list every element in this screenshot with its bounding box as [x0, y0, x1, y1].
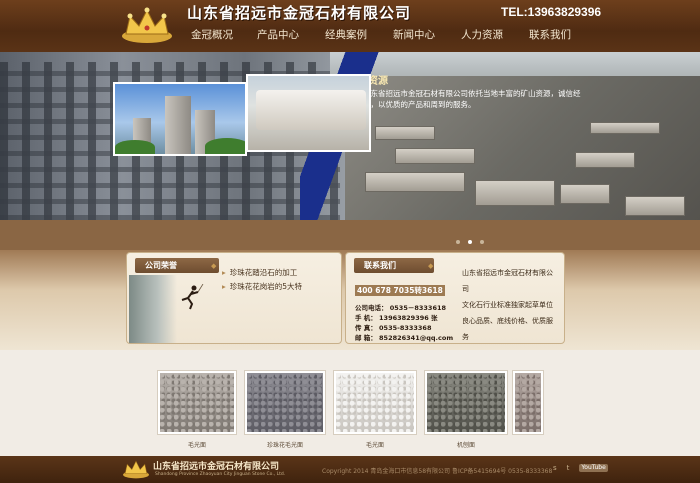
banner-text: 山东省招远市金冠石材有限公司依托当地丰富的矿山资源，诚信经营，以优质的产品和周到…: [363, 89, 581, 109]
product-thumb[interactable]: [157, 370, 237, 435]
copyright-text: Copyright 2014 青岛金海口市信息58有限公司 鲁ICP备54156…: [322, 468, 553, 475]
intro-line: 务: [462, 333, 469, 341]
product-thumb[interactable]: [333, 370, 417, 435]
arrow-icon: ◆: [211, 262, 217, 270]
product-caption: 毛光面: [187, 442, 206, 449]
contact-fax: 传 真： 0535-8333368: [355, 324, 432, 332]
product-caption: 机刨面: [456, 442, 475, 449]
news-list: 珍珠花踏沿石的加工 珍珠花花岗岩的5大特: [222, 266, 302, 294]
news-panel-title: 公司荣誉: [135, 258, 219, 273]
granite-swatch: [427, 373, 505, 432]
product-caption: 毛光面: [365, 442, 384, 449]
slider-dots: [456, 240, 484, 244]
intro-line: 良心品质、底线价格、优质服: [462, 317, 553, 325]
news-item[interactable]: 珍珠花踏沿石的加工: [222, 266, 302, 280]
company-intro: 山东省招远市金冠石材有限公 司 文化石行业标准独家起草单位 良心品质、底线价格、…: [462, 265, 582, 345]
youtube-icon[interactable]: YouTube: [579, 464, 608, 472]
header-tel: TEL:13963829396: [501, 5, 602, 19]
social-links: s t YouTube: [553, 464, 608, 472]
slider-dot[interactable]: [456, 240, 460, 244]
slider-dot[interactable]: [480, 240, 484, 244]
granite-swatch: [515, 373, 541, 432]
granite-swatch: [160, 373, 234, 432]
hotline-number[interactable]: 400 678 7035转3618: [355, 285, 445, 296]
product-thumb[interactable]: [424, 370, 508, 435]
contact-mobile: 手 机： 13963829396 张: [355, 314, 438, 322]
contact-block: 400 678 7035转3618 公司电话： 0535－8333618 手 机…: [355, 278, 453, 343]
crown-logo-icon[interactable]: [120, 6, 174, 44]
product-thumb[interactable]: [244, 370, 326, 435]
slider-dot-active[interactable]: [468, 240, 472, 244]
granite-swatch: [247, 373, 323, 432]
slider-strip: [0, 220, 700, 250]
contact-phone: 公司电话： 0535－8333618: [355, 304, 447, 312]
main-nav: 金冠概况 产品中心 经典案例 新闻中心 人力资源 联系我们: [180, 24, 584, 46]
intro-line: 司: [462, 285, 469, 293]
intro-line: 山东省招远市金冠石材有限公: [462, 269, 553, 277]
nav-item-products[interactable]: 产品中心: [244, 24, 312, 46]
cliff-image: [129, 275, 177, 343]
stone-slab-stack: [336, 373, 414, 432]
nav-item-about[interactable]: 金冠概况: [180, 24, 244, 46]
climber-icon: [181, 284, 204, 310]
footer-company-name: 山东省招远市金冠石材有限公司: [153, 462, 280, 472]
product-caption: 珍珠花毛光面: [266, 442, 303, 449]
company-name: 山东省招远市金冠石材有限公司: [187, 4, 412, 22]
quarry-cliff-photo: [246, 74, 371, 152]
crown-logo-icon: [123, 460, 149, 479]
city-buildings-photo: [113, 82, 247, 156]
news-item[interactable]: 珍珠花花岗岩的5大特: [222, 280, 302, 294]
social-s-icon[interactable]: s: [553, 464, 557, 472]
contact-email[interactable]: 邮 箱： 852826341@qq.com: [355, 333, 453, 343]
nav-item-hr[interactable]: 人力资源: [448, 24, 516, 46]
intro-line: 文化石行业标准独家起草单位: [462, 301, 553, 309]
nav-item-news[interactable]: 新闻中心: [380, 24, 448, 46]
twitter-icon[interactable]: t: [567, 464, 570, 472]
nav-item-contact[interactable]: 联系我们: [516, 24, 584, 46]
nav-item-cases[interactable]: 经典案例: [312, 24, 380, 46]
product-thumb[interactable]: [512, 370, 544, 435]
contact-panel-title: 联系我们: [354, 258, 434, 273]
arrow-icon: ◆: [428, 262, 434, 270]
footer-company-name-en: Shandong Province Zhaoyuan City Jinguan …: [155, 472, 286, 477]
